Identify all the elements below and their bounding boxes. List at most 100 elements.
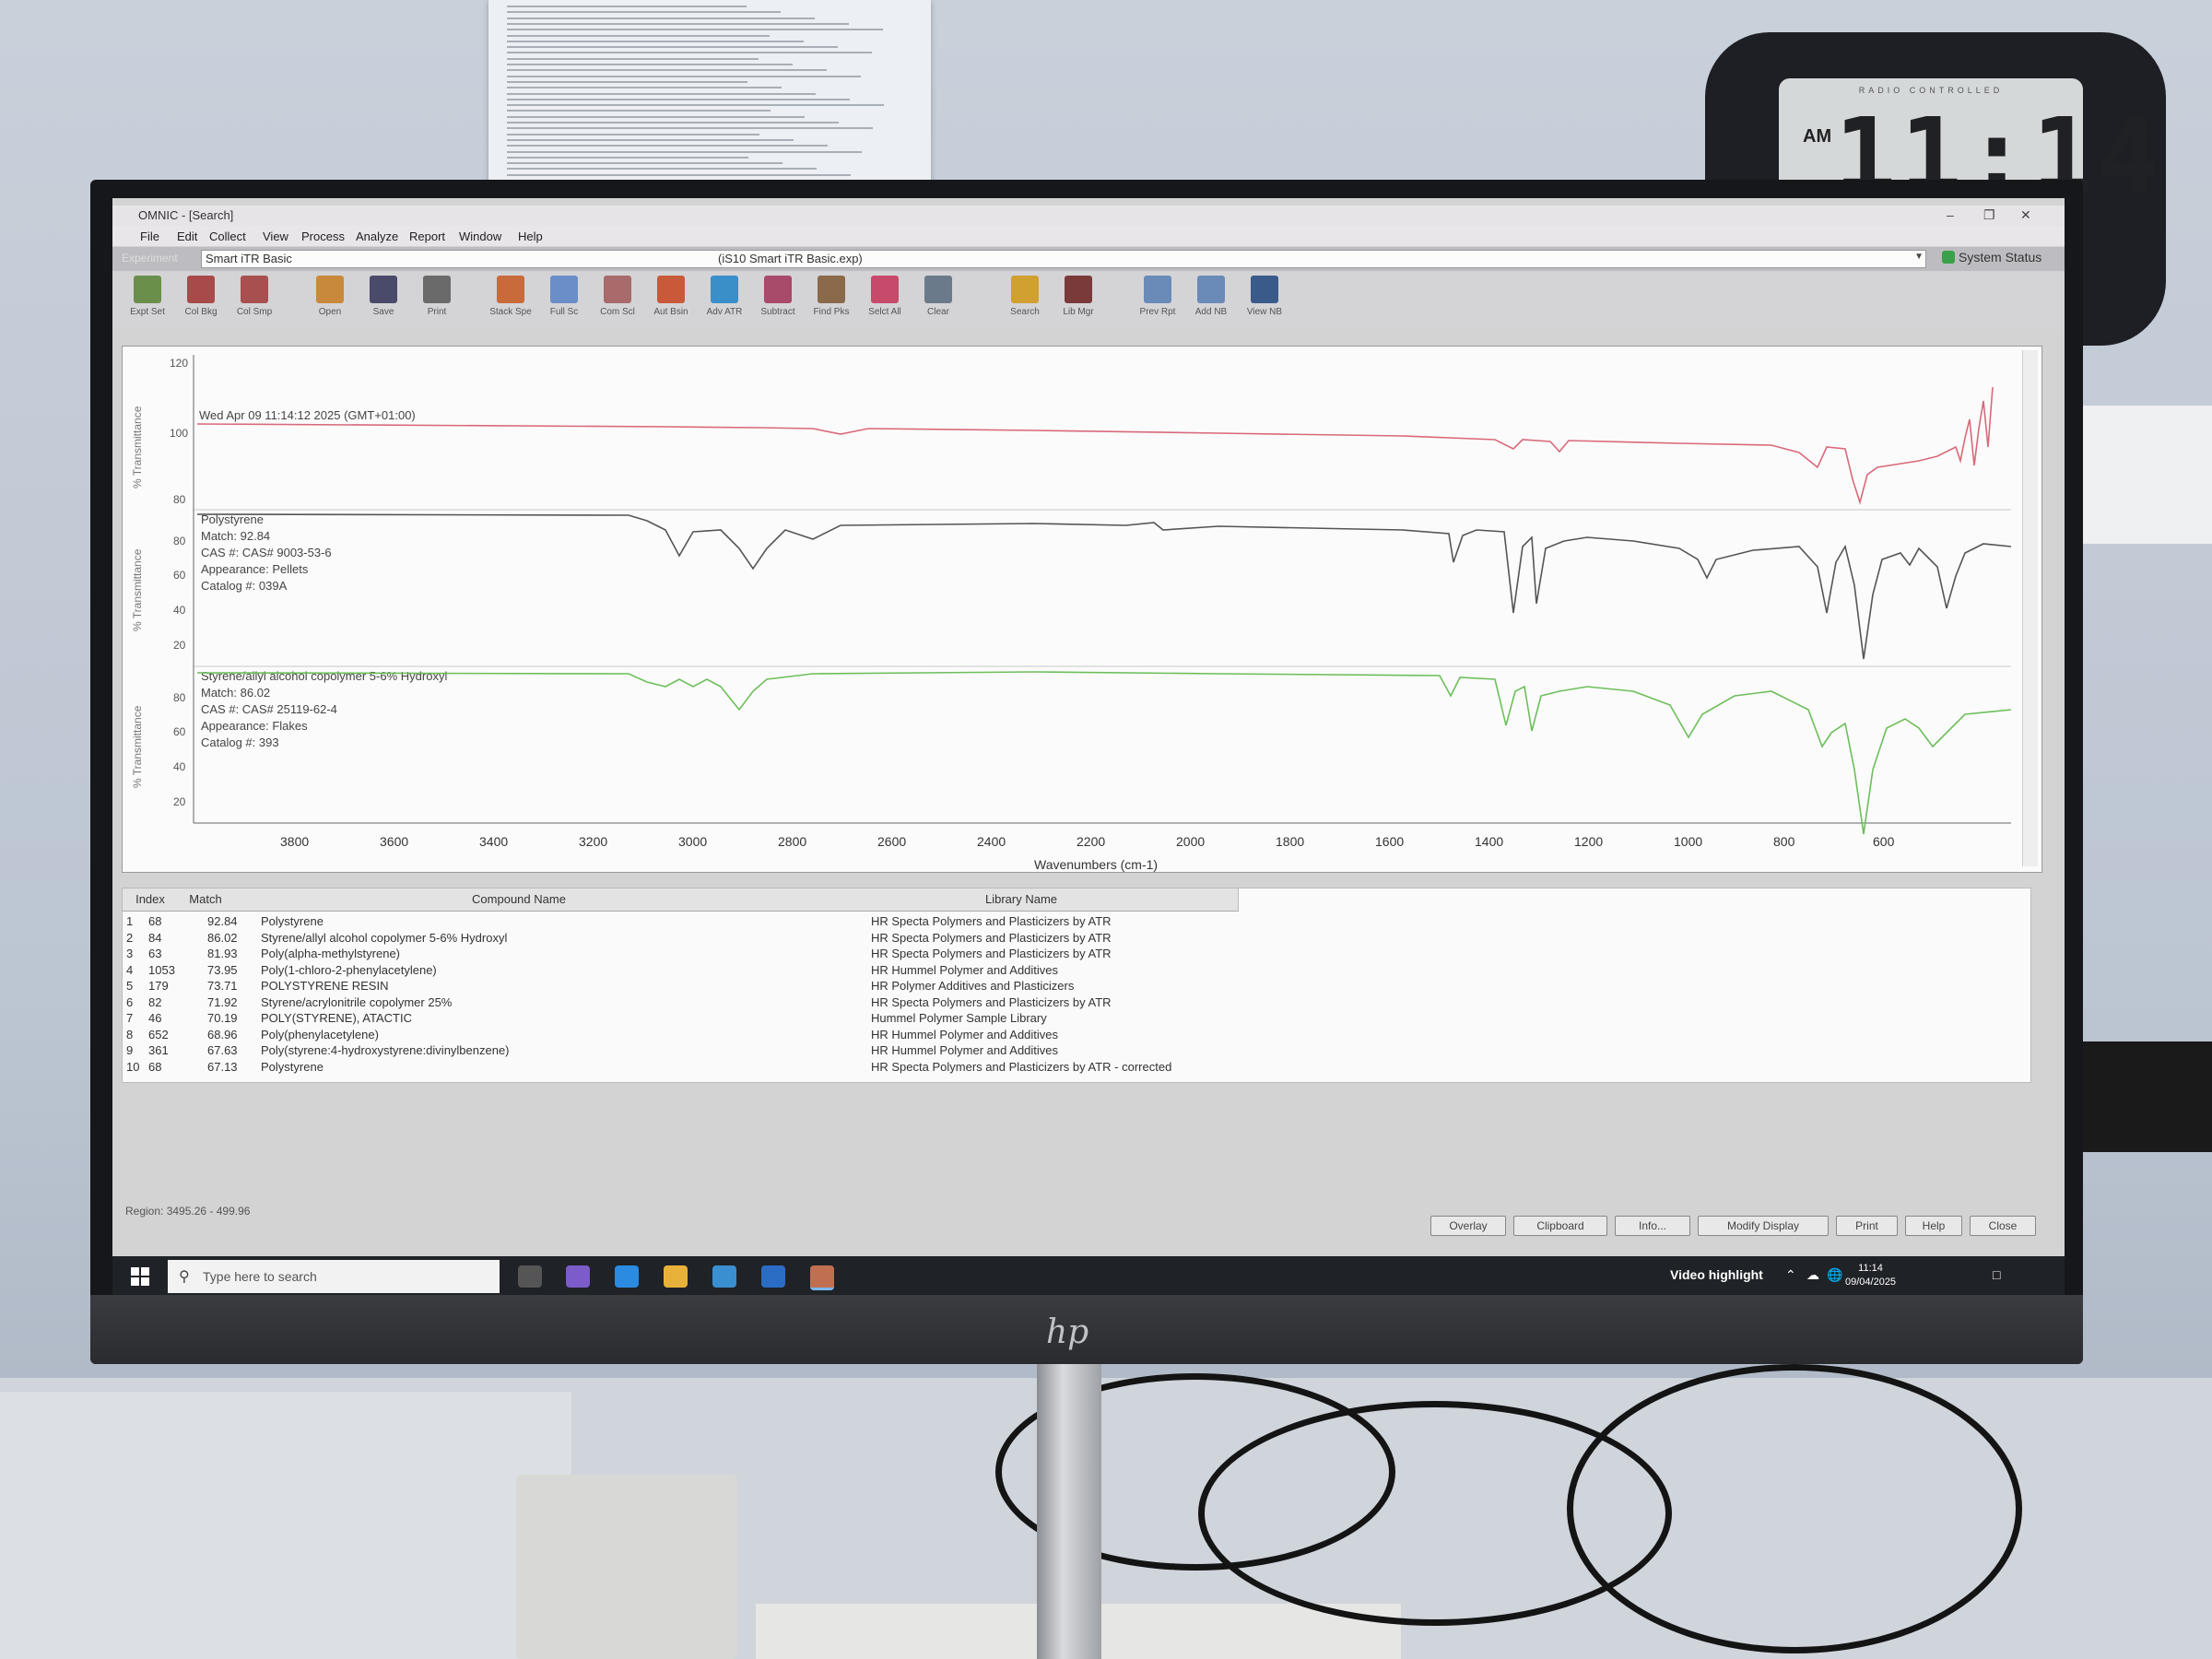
result-cell-n: 9 <box>126 1043 134 1057</box>
col-match[interactable]: Match <box>178 888 234 912</box>
result-row[interactable]: 2 84 86.02 Styrene/allyl alcohol copolymer … <box>123 931 2021 947</box>
close-button[interactable]: Close <box>1970 1216 2036 1236</box>
result-cell-n: 10 <box>126 1059 140 1074</box>
result-row[interactable]: 10 68 67.13 Polystyrene HR Specta Polymers a… <box>123 1060 2021 1076</box>
modify-display-button[interactable]: Modify Display <box>1698 1216 1829 1236</box>
result-cell-match: 68.96 <box>207 1027 238 1041</box>
x-tick: 3000 <box>678 834 708 849</box>
result-cell-n: 5 <box>126 979 134 993</box>
result-cell-idx: 68 <box>148 914 162 928</box>
result-row[interactable]: 3 63 81.93 Poly(alpha-methylstyrene) HR Spec… <box>123 947 2021 962</box>
info-button[interactable]: Info... <box>1615 1216 1690 1236</box>
x-tick: 3600 <box>380 834 409 849</box>
x-tick: 2800 <box>778 834 807 849</box>
x-tick: 3200 <box>579 834 608 849</box>
wall-paper-sheet <box>488 0 931 189</box>
taskbar-time: 11:14 <box>1858 1263 1883 1274</box>
result-cell-name: POLY(STYRENE), ATACTIC <box>261 1011 412 1025</box>
col-index[interactable]: Index <box>123 888 179 912</box>
result-cell-name: POLYSTYRENE RESIN <box>261 979 389 993</box>
polystyrene-spectrum-line <box>196 513 2012 660</box>
copilot-icon[interactable] <box>566 1265 590 1288</box>
x-tick: 1400 <box>1475 834 1504 849</box>
notification-icon[interactable]: □ <box>1993 1267 2000 1282</box>
help-button[interactable]: Help <box>1905 1216 1962 1236</box>
outlook-icon[interactable] <box>761 1265 785 1288</box>
network-icon[interactable]: 🌐 <box>1827 1267 1842 1283</box>
result-cell-lib: Hummel Polymer Sample Library <box>871 1011 1047 1025</box>
paper-text-line <box>507 168 817 171</box>
result-row[interactable]: 7 46 70.19 POLY(STYRENE), ATACTIC Hummel Pol… <box>123 1011 2021 1027</box>
paper-text-line <box>507 22 849 25</box>
x-tick: 800 <box>1773 834 1795 849</box>
result-cell-n: 6 <box>126 994 134 1009</box>
result-row[interactable]: 1 68 92.84 Polystyrene HR Specta Polymers an… <box>123 914 2021 930</box>
result-cell-lib: HR Specta Polymers and Plasticizers by A… <box>871 930 1112 945</box>
paper-text-line <box>507 34 770 37</box>
x-tick: 1600 <box>1375 834 1405 849</box>
result-row[interactable]: 9 361 67.63 Poly(styrene:4-hydroxystyrene:d… <box>123 1043 2021 1059</box>
spectrum-scrollbar[interactable] <box>2022 350 2038 866</box>
result-cell-n: 1 <box>126 914 134 928</box>
paper-text-line <box>507 80 747 83</box>
windows-start-icon[interactable] <box>131 1267 149 1286</box>
result-cell-n: 8 <box>126 1027 134 1041</box>
paper-text-line <box>507 40 804 42</box>
region-readout: Region: 3495.26 - 499.96 <box>125 1205 251 1218</box>
taskbar-search[interactable]: ⚲ Type here to search <box>168 1260 500 1293</box>
result-cell-lib: HR Hummel Polymer and Additives <box>871 962 1059 977</box>
x-tick: 2400 <box>977 834 1006 849</box>
paper-text-line <box>507 69 827 72</box>
paper-text-line <box>507 104 884 107</box>
paper-text-line <box>507 64 793 65</box>
paper-text-line <box>507 162 782 165</box>
result-cell-idx: 63 <box>148 947 162 960</box>
col-library-name[interactable]: Library Name <box>805 888 1239 912</box>
result-cell-name: Styrene/allyl alcohol copolymer 5-6% Hyd… <box>261 930 508 945</box>
clipboard-button[interactable]: Clipboard <box>1513 1216 1607 1236</box>
result-cell-lib: HR Specta Polymers and Plasticizers by A… <box>871 914 1112 928</box>
paper-text-line <box>507 11 781 14</box>
result-cell-name: Polystyrene <box>261 914 324 928</box>
result-cell-n: 7 <box>126 1011 134 1025</box>
monitor-screen: OMNIC - [Search] – ❐ ✕ File Edit Collect… <box>112 198 2065 1295</box>
result-cell-n: 2 <box>126 930 134 945</box>
overlay-button[interactable]: Overlay <box>1430 1216 1506 1236</box>
paper-text-line <box>507 98 850 100</box>
paper-text-line <box>507 150 862 153</box>
paper-text-line <box>507 17 815 19</box>
spectrum-plot <box>193 355 2012 835</box>
task-view-icon[interactable] <box>518 1265 542 1288</box>
result-row[interactable]: 4 1053 73.95 Poly(1-chloro-2-phenylacetylen… <box>123 963 2021 979</box>
tray-chevron-icon[interactable]: ⌃ <box>1785 1267 1796 1283</box>
file-explorer-icon[interactable] <box>664 1265 688 1288</box>
result-row[interactable]: 6 82 71.92 Styrene/acrylonitrile copolymer … <box>123 995 2021 1011</box>
search-results-pane: Index Match Compound Name Library Name 1… <box>122 888 2031 1083</box>
taskbar-date: 09/04/2025 <box>1845 1277 1897 1288</box>
x-tick: 600 <box>1873 834 1895 849</box>
col-compound-name[interactable]: Compound Name <box>233 888 806 912</box>
paper-text-line <box>507 57 759 60</box>
onedrive-icon[interactable]: ☁ <box>1806 1267 1819 1283</box>
taskbar-clock[interactable]: 11:14 09/04/2025 <box>1845 1262 1896 1289</box>
result-row[interactable]: 8 652 68.96 Poly(phenylacetylene) HR Hummel … <box>123 1028 2021 1043</box>
edge-icon[interactable] <box>615 1265 639 1288</box>
result-cell-lib: HR Hummel Polymer and Additives <box>871 1043 1059 1057</box>
x-tick: 3400 <box>479 834 509 849</box>
store-icon[interactable] <box>712 1265 736 1288</box>
search-icon: ⚲ <box>179 1269 190 1285</box>
print-button[interactable]: Print <box>1836 1216 1898 1236</box>
cable <box>1567 1364 2022 1653</box>
video-highlight[interactable]: Video highlight <box>1670 1267 1763 1282</box>
result-cell-idx: 68 <box>148 1059 162 1074</box>
result-cell-match: 81.93 <box>207 947 238 960</box>
result-cell-match: 92.84 <box>207 914 238 928</box>
windows-taskbar: ⚲ Type here to search Video highlight ⌃ … <box>112 1256 2065 1295</box>
result-cell-match: 70.19 <box>207 1011 238 1025</box>
hp-logo: hp <box>1046 1313 1089 1351</box>
omnic-app-icon[interactable] <box>810 1265 834 1290</box>
result-row[interactable]: 5 179 73.71 POLYSTYRENE RESIN HR Polymer Add… <box>123 979 2021 994</box>
result-cell-idx: 1053 <box>148 962 175 977</box>
result-cell-n: 3 <box>126 947 134 960</box>
result-cell-name: Polystyrene <box>261 1059 324 1074</box>
